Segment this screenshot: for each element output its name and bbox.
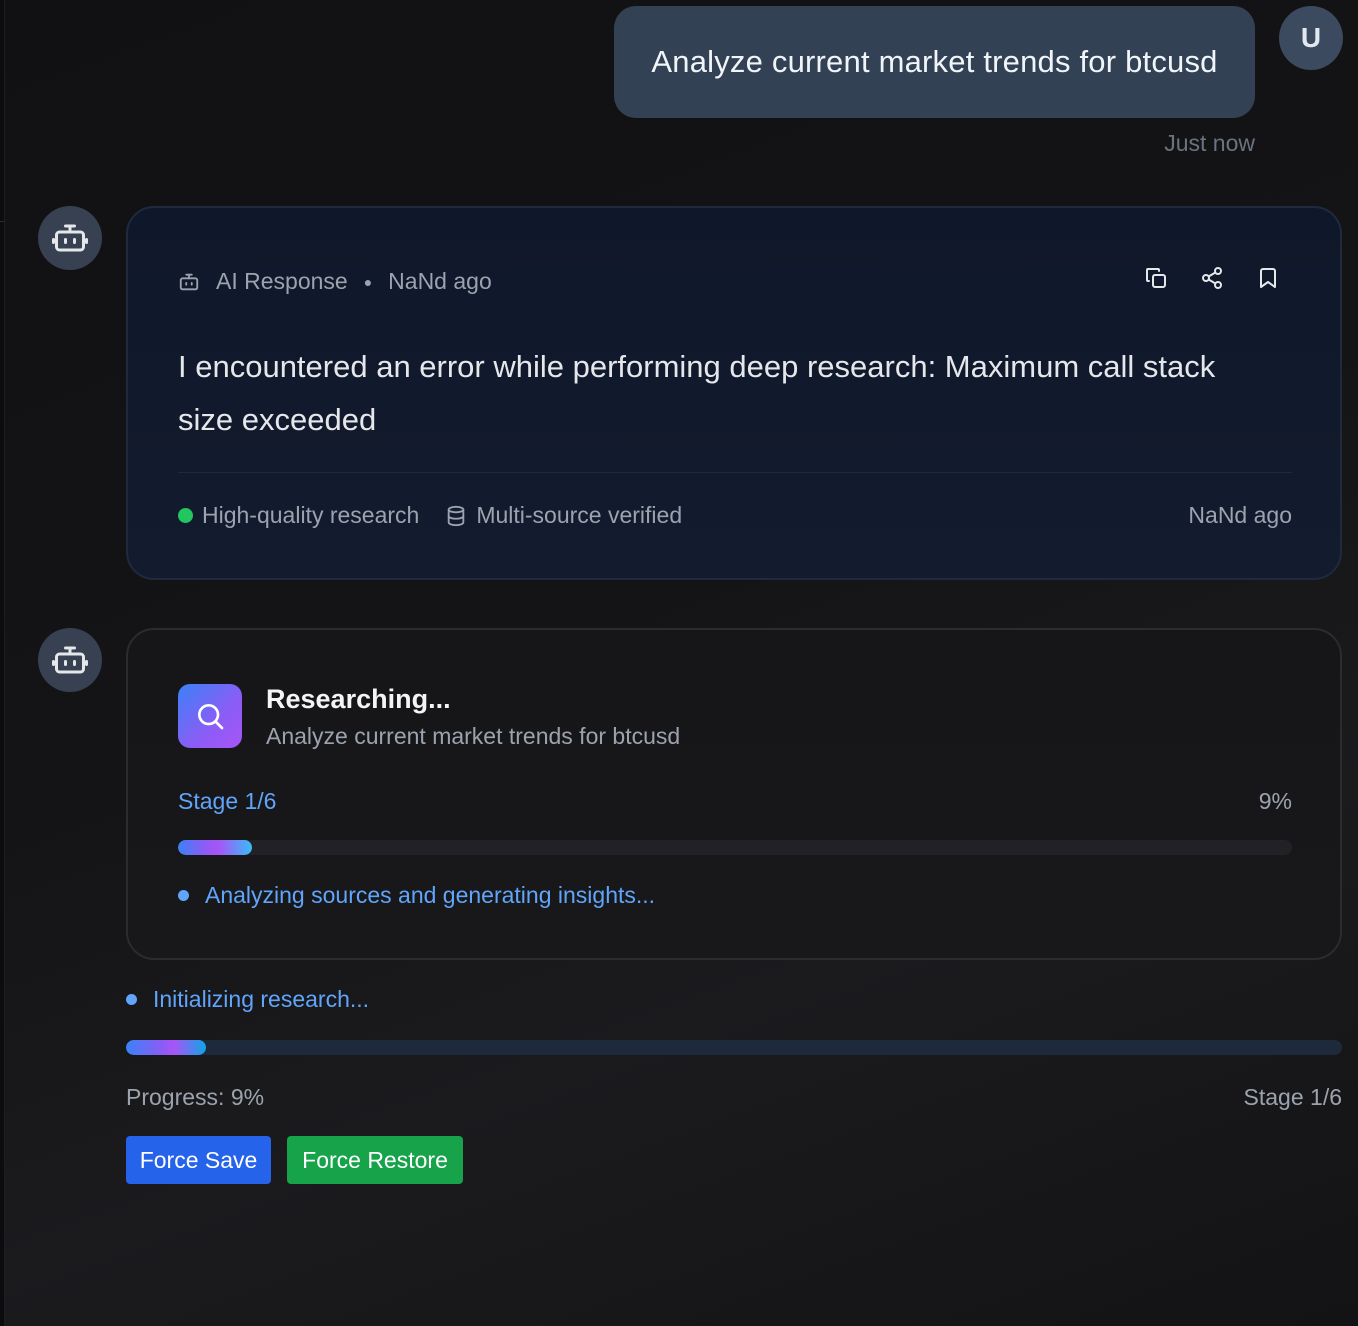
divider — [178, 472, 1292, 473]
bot-avatar — [38, 206, 102, 270]
research-progress-fill — [178, 840, 252, 855]
sources-badge: Multi-source verified — [445, 502, 682, 529]
init-status: Initializing research... — [126, 986, 369, 1013]
research-progress-bar — [178, 840, 1292, 855]
research-query: Analyze current market trends for btcusd — [266, 723, 681, 749]
share-icon — [1202, 267, 1222, 289]
force-save-button[interactable]: Force Save — [126, 1136, 271, 1184]
user-message-bubble: Analyze current market trends for btcusd — [614, 6, 1255, 118]
database-icon — [448, 505, 465, 526]
quality-badge: High-quality research — [202, 502, 420, 528]
ai-response-label: AI Response — [216, 268, 348, 294]
user-avatar: U — [1279, 6, 1343, 70]
ai-response-text: I encountered an error while performing … — [178, 349, 1216, 437]
research-percent: 9% — [1258, 788, 1292, 814]
chat-page: Analyze current market trends for btcusd… — [0, 0, 1358, 1326]
force-restore-button[interactable]: Force Restore — [287, 1136, 463, 1184]
ai-response-badges: High-quality research Multi-source verif… — [178, 502, 682, 529]
research-icon-tile — [178, 684, 242, 748]
research-stage: Stage 1/6 — [178, 788, 277, 814]
progress-label: Progress: 9% — [126, 1084, 265, 1110]
ai-response-time: NaNd ago — [388, 268, 492, 294]
stage-label: Stage 1/6 — [1243, 1084, 1342, 1110]
sidebar-divider — [0, 0, 5, 222]
research-status: Analyzing sources and generating insight… — [178, 882, 655, 909]
bookmark-icon — [1260, 268, 1276, 288]
bot-icon — [52, 646, 88, 674]
ai-response-footer-time: NaNd ago — [1188, 502, 1292, 528]
ai-response-actions — [1144, 266, 1280, 290]
overall-progress-fill — [126, 1040, 207, 1055]
status-dot — [126, 994, 137, 1005]
bot-icon — [52, 224, 88, 252]
share-button[interactable] — [1200, 266, 1224, 290]
copy-icon — [1146, 268, 1166, 288]
separator-dot: ● — [363, 273, 373, 290]
init-status-text: Initializing research... — [153, 986, 370, 1012]
search-icon — [198, 704, 224, 730]
ai-response-card: AI Response ● NaNd ago I encountered an — [126, 206, 1342, 580]
status-dot — [178, 890, 189, 901]
bookmark-button[interactable] — [1256, 266, 1280, 290]
copy-button[interactable] — [1144, 266, 1168, 290]
bot-avatar — [38, 628, 102, 692]
user-message-timestamp: Just now — [1164, 130, 1255, 156]
research-progress-card: Researching... Analyze current market tr… — [126, 628, 1342, 960]
sources-label: Multi-source verified — [476, 502, 683, 528]
ai-response-header: AI Response ● NaNd ago — [178, 268, 492, 295]
bot-icon — [179, 273, 199, 290]
research-status-text: Analyzing sources and generating insight… — [205, 882, 656, 908]
status-dot — [178, 508, 193, 523]
left-sidebar-edge — [0, 0, 5, 1326]
overall-progress-bar — [126, 1040, 1342, 1055]
research-title: Researching... — [266, 684, 451, 714]
